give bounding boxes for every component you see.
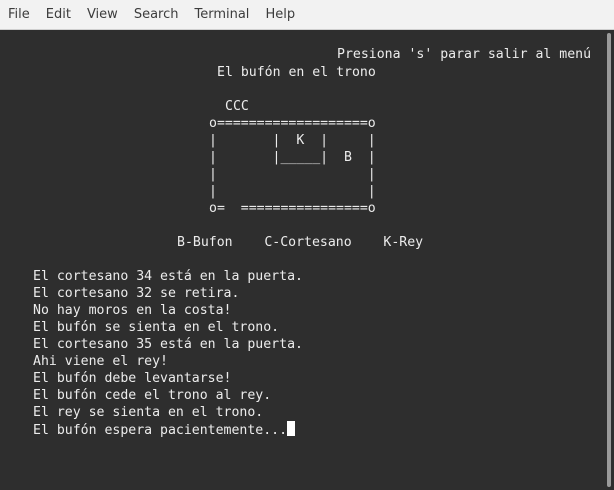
diagram-row: | |	[209, 184, 376, 199]
screen-title: El bufón en el trono	[217, 65, 376, 80]
diagram-row: | |_____| B |	[209, 150, 376, 165]
diagram-row: | | K | |	[209, 133, 376, 148]
log-line: Ahi viene el rey!	[33, 354, 168, 369]
log-line: El cortesano 32 se retira.	[33, 286, 240, 301]
log-line: El bufón cede el trono al rey.	[33, 388, 272, 403]
text-cursor	[287, 421, 296, 436]
menu-bar: File Edit View Search Terminal Help	[0, 0, 614, 30]
legend: B-Bufon C-Cortesano K-Rey	[177, 235, 424, 250]
diagram-row: | |	[209, 167, 376, 182]
menu-edit[interactable]: Edit	[38, 0, 79, 30]
log-line: El cortesano 34 está en la puerta.	[33, 269, 303, 284]
log-line: El cortesano 35 está en la puerta.	[33, 337, 303, 352]
log-line: El rey se sienta en el trono.	[33, 405, 264, 420]
menu-view[interactable]: View	[79, 0, 126, 30]
log-line: El bufón espera pacientemente...	[33, 423, 288, 438]
menu-file[interactable]: File	[0, 0, 38, 30]
diagram-row: o===================o	[209, 116, 376, 131]
diagram-row: o= ================o	[209, 201, 376, 216]
menu-help[interactable]: Help	[257, 0, 303, 30]
menu-terminal[interactable]: Terminal	[186, 0, 257, 30]
courtier-queue: CCC	[225, 99, 249, 114]
terminal-window: File Edit View Search Terminal Help Pres…	[0, 0, 614, 490]
terminal-output[interactable]: Presiona 's' parar salir al menú El bufó…	[0, 30, 600, 490]
vertical-scrollbar[interactable]	[600, 30, 614, 490]
log-line: El bufón se sienta en el trono.	[33, 320, 280, 335]
log-line: No hay moros en la costa!	[33, 303, 232, 318]
log-line: El bufón debe levantarse!	[33, 371, 232, 386]
log-line-last: El bufón espera pacientemente...	[33, 421, 296, 439]
exit-hint: Presiona 's' parar salir al menú	[337, 47, 592, 62]
scrollbar-thumb[interactable]	[607, 33, 611, 487]
menu-search[interactable]: Search	[126, 0, 187, 30]
